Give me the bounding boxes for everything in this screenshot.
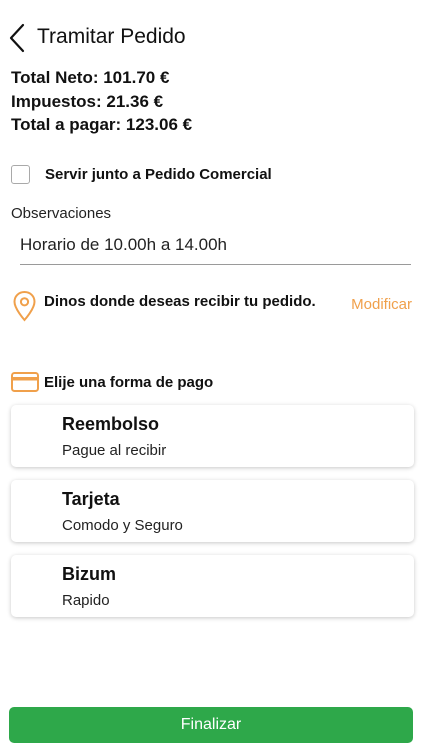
payment-option-title: Bizum [62,564,116,584]
payment-option-subtitle: Pague al recibir [62,442,167,459]
payment-option-bizum[interactable]: Bizum Rapido [11,555,414,617]
payment-option-tarjeta[interactable]: Tarjeta Comodo y Seguro [11,480,414,542]
delivery-address-row: Dinos donde deseas recibir tu pedido. Mo… [12,290,412,322]
payment-option-reembolso[interactable]: Reembolso Pague al recibir [11,405,414,467]
back-button[interactable] [4,20,30,56]
payment-option-title: Tarjeta [62,489,120,509]
serve-with-order-checkbox[interactable] [11,165,30,184]
chevron-left-icon [9,23,25,53]
finalize-button[interactable]: Finalizar [9,707,413,743]
page-title: Tramitar Pedido [37,25,186,48]
payment-option-subtitle: Rapido [62,592,110,609]
payment-option-title: Reembolso [62,414,160,434]
total-impuestos: Impuestos: 21.36 € [11,91,164,111]
order-totals: Total Neto: 101.70 € Impuestos: 21.36 € … [11,66,192,137]
total-neto: Total Neto: 101.70 € [11,68,170,87]
credit-card-icon [11,372,39,392]
modify-address-link[interactable]: Modificar [351,296,412,313]
observations-label: Observaciones [11,205,112,222]
total-a-pagar: Total a pagar: 123.06 € [11,115,193,134]
observations-input[interactable] [20,226,411,265]
payment-option-subtitle: Comodo y Seguro [62,517,183,534]
location-pin-icon [13,290,36,322]
payment-heading: Elije una forma de pago [11,372,213,392]
serve-with-order-label: Servir junto a Pedido Comercial [45,166,272,183]
serve-with-order-row[interactable]: Servir junto a Pedido Comercial [11,165,272,184]
delivery-address-prompt: Dinos donde deseas recibir tu pedido. [44,293,316,310]
payment-heading-label: Elije una forma de pago [44,373,214,391]
app-header: Tramitar Pedido [0,18,422,56]
